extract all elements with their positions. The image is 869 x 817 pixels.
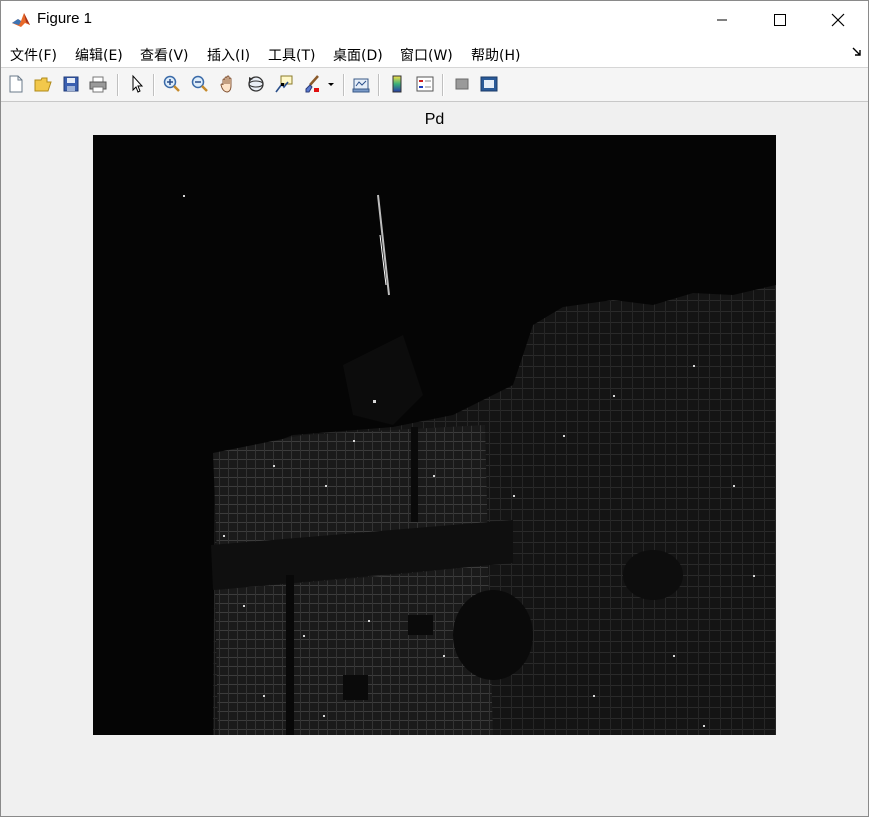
edit-plot-button[interactable] (125, 72, 149, 96)
link-plot-icon (352, 78, 370, 93)
axes-title: Pd (424, 111, 445, 128)
maximize-button[interactable] (751, 1, 809, 39)
new-figure-icon (9, 75, 23, 93)
menu-file[interactable]: 文件(F) (10, 45, 57, 65)
show-plot-tools-button[interactable] (477, 72, 501, 96)
hide-plot-tools-button[interactable] (450, 72, 474, 96)
dock-arrow-icon[interactable] (852, 47, 862, 57)
open-file-icon (34, 77, 52, 92)
insert-colorbar-icon (392, 75, 402, 93)
window-title: Figure 1 (37, 10, 93, 27)
menu-window[interactable]: 窗口(W) (400, 45, 453, 65)
zoom-in-button[interactable] (160, 72, 184, 96)
menu-help[interactable]: 帮助(H) (471, 45, 520, 65)
save-button[interactable] (59, 72, 83, 96)
insert-colorbar-button[interactable] (385, 72, 409, 96)
matlab-logo-icon (11, 10, 31, 30)
menu-bar: 文件(F) 编辑(E) 查看(V) 插入(I) 工具(T) 桌面(D) 窗口(W… (1, 39, 868, 68)
print-button[interactable] (86, 72, 110, 96)
chevron-down-icon (328, 83, 334, 86)
pan-hand-icon (220, 75, 232, 93)
minimize-button[interactable] (693, 1, 751, 39)
figure-window: Figure 1 文件(F) 编辑(E) 查看(V) 插入(I) 工具(T) 桌… (0, 0, 869, 817)
open-file-button[interactable] (31, 72, 55, 96)
pan-button[interactable] (216, 72, 240, 96)
close-button[interactable] (809, 1, 867, 39)
link-plot-button[interactable] (349, 72, 373, 96)
minimize-icon (717, 19, 727, 21)
insert-legend-button[interactable] (413, 72, 437, 96)
toolbar-separator (378, 74, 380, 96)
menu-desktop[interactable]: 桌面(D) (333, 45, 383, 65)
menu-view[interactable]: 查看(V) (140, 45, 189, 65)
brush-button[interactable] (300, 72, 324, 96)
zoom-in-icon (163, 75, 180, 92)
maximize-icon (774, 14, 786, 26)
new-figure-button[interactable] (4, 72, 28, 96)
sar-image-axes[interactable] (93, 135, 776, 735)
toolbar-separator (117, 74, 119, 96)
zoom-out-button[interactable] (188, 72, 212, 96)
edit-plot-arrow-icon (132, 74, 144, 93)
zoom-out-icon (191, 75, 208, 92)
menu-edit[interactable]: 编辑(E) (75, 45, 123, 65)
brush-dropdown-button[interactable] (324, 72, 338, 96)
title-bar[interactable]: Figure 1 (1, 1, 868, 39)
insert-legend-icon (416, 76, 434, 92)
toolbar-separator (343, 74, 345, 96)
toolbar-separator (153, 74, 155, 96)
hide-plot-tools-icon (455, 78, 469, 90)
data-cursor-button[interactable] (272, 72, 296, 96)
rotate-3d-icon (248, 76, 264, 92)
rotate-3d-button[interactable] (244, 72, 268, 96)
save-icon (63, 76, 79, 92)
figure-toolbar (1, 68, 868, 102)
menu-insert[interactable]: 插入(I) (207, 45, 250, 65)
sar-image (93, 135, 776, 735)
show-plot-tools-icon (480, 76, 498, 92)
menu-tools[interactable]: 工具(T) (268, 45, 315, 65)
brush-icon (305, 75, 319, 93)
close-icon (831, 13, 845, 27)
print-icon (89, 76, 107, 93)
data-cursor-icon (275, 75, 293, 93)
toolbar-separator (442, 74, 444, 96)
